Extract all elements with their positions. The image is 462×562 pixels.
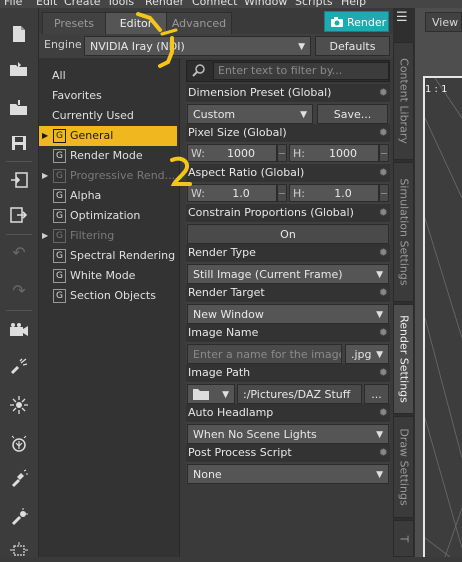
annotation-arrow — [136, 12, 162, 32]
annotation-number-one — [158, 36, 174, 68]
annotation-stroke — [160, 28, 178, 36]
annotation-number-two — [170, 156, 192, 186]
annotation-overlay — [136, 12, 192, 186]
